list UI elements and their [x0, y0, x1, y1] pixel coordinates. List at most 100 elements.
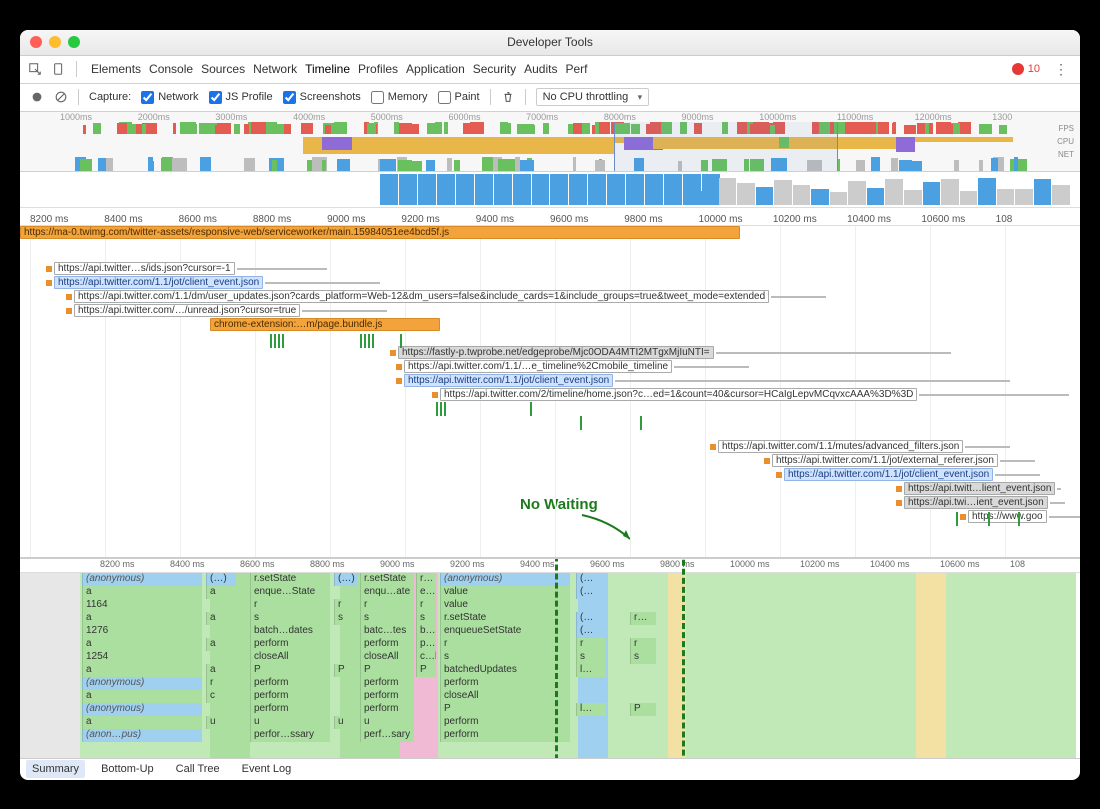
flame-cell[interactable]: perform	[360, 638, 414, 651]
flame-cell[interactable]: enqueueSetState	[440, 625, 570, 638]
flame-cell[interactable]: closeAll	[440, 690, 570, 703]
flame-cell[interactable]: r	[206, 677, 236, 690]
more-menu-icon[interactable]: ⋮	[1050, 61, 1072, 78]
network-request[interactable]: https://api.twitter.com/1.1/jot/external…	[764, 454, 1035, 468]
flame-cell[interactable]: perform	[250, 638, 330, 651]
tab-console[interactable]: Console	[145, 56, 197, 82]
details-tab-event-log[interactable]: Event Log	[236, 760, 298, 778]
screenshots-strip[interactable]	[20, 172, 1080, 208]
flame-cell[interactable]: a	[82, 716, 202, 729]
flame-cell[interactable]: perform	[360, 677, 414, 690]
screenshot-thumb[interactable]	[867, 188, 885, 204]
flame-cell[interactable]: s	[440, 651, 570, 664]
screenshot-thumb[interactable]	[793, 185, 811, 204]
screenshot-thumb[interactable]	[719, 178, 737, 204]
flame-cell[interactable]: a	[206, 664, 236, 677]
flame-cell[interactable]: a	[206, 612, 236, 625]
network-request[interactable]: chrome-extension:…m/page.bundle.js	[210, 318, 440, 332]
network-request[interactable]: https://api.twitter…s/ids.json?cursor=-1	[46, 262, 327, 276]
capture-network-checkbox[interactable]: Network	[141, 91, 198, 104]
screenshot-thumb[interactable]	[737, 183, 755, 205]
flame-cell[interactable]: batchedUpdates	[440, 664, 570, 677]
flame-cell[interactable]: perform	[250, 690, 330, 703]
timeline-overview[interactable]: 1000ms2000ms3000ms4000ms5000ms6000ms7000…	[20, 112, 1080, 172]
screenshot-thumb[interactable]	[756, 187, 774, 205]
details-tab-summary[interactable]: Summary	[26, 760, 85, 778]
screenshot-thumb[interactable]	[645, 174, 663, 205]
flame-cell[interactable]: (anon…pus)	[82, 729, 202, 742]
flame-cell[interactable]: 1254	[82, 651, 202, 664]
flame-cell[interactable]: closeAll	[250, 651, 330, 664]
flame-cell[interactable]: enque…State	[250, 586, 330, 599]
flame-cell[interactable]: value	[440, 599, 570, 612]
flame-cell[interactable]: perform	[250, 677, 330, 690]
flame-cell[interactable]: s	[360, 612, 414, 625]
screenshot-thumb[interactable]	[418, 174, 436, 205]
network-request[interactable]: https://api.twitter.com/1.1/mutes/advanc…	[710, 440, 1010, 454]
tab-timeline[interactable]: Timeline	[301, 56, 354, 82]
screenshot-thumb[interactable]	[978, 178, 996, 204]
network-waterfall[interactable]: No Waiting https://ma-0.twimg.com/twitte…	[20, 226, 1080, 558]
screenshot-thumb[interactable]	[399, 174, 417, 205]
cpu-throttle-select[interactable]: No CPU throttling	[536, 88, 650, 106]
tab-application[interactable]: Application	[402, 56, 469, 82]
flame-cell[interactable]: r	[440, 638, 570, 651]
flame-cell[interactable]: c	[206, 690, 236, 703]
screenshot-thumb[interactable]	[513, 174, 531, 205]
flame-cell[interactable]: a	[82, 664, 202, 677]
flame-cell[interactable]: r	[250, 599, 330, 612]
inspect-icon[interactable]	[28, 62, 42, 76]
flame-cell[interactable]: (anonymous)	[82, 677, 202, 690]
flame-cell[interactable]: closeAll	[360, 651, 414, 664]
flame-cell[interactable]: (anonymous)	[82, 573, 202, 586]
screenshot-thumb[interactable]	[960, 191, 978, 204]
flame-cell[interactable]: perform	[360, 703, 414, 716]
flame-cell[interactable]: perform	[440, 729, 570, 742]
screenshot-thumb[interactable]	[569, 174, 587, 205]
screenshot-thumb[interactable]	[607, 174, 625, 205]
flame-cell[interactable]: u	[250, 716, 330, 729]
screenshot-thumb[interactable]	[1015, 189, 1033, 205]
flame-cell[interactable]: e…	[416, 586, 436, 599]
capture-jsprofile-checkbox[interactable]: JS Profile	[209, 91, 273, 104]
network-request[interactable]: https://api.twitt…lient_event.json	[896, 482, 1061, 496]
network-request[interactable]: https://api.twi…ient_event.json	[896, 496, 1065, 510]
flame-cell[interactable]: p…	[416, 638, 436, 651]
error-count[interactable]: 10	[1012, 63, 1040, 75]
flame-cell[interactable]: perform	[440, 677, 570, 690]
flame-cell[interactable]: P	[250, 664, 330, 677]
screenshot-thumb[interactable]	[588, 174, 606, 205]
tab-security[interactable]: Security	[469, 56, 520, 82]
flame-cell[interactable]: batch…dates	[250, 625, 330, 638]
screenshot-thumb[interactable]	[904, 190, 922, 205]
flame-cell[interactable]: s	[250, 612, 330, 625]
flame-cell[interactable]: u	[206, 716, 236, 729]
main-time-ruler[interactable]: 8200 ms8400 ms8600 ms8800 ms9000 ms9200 …	[20, 208, 1080, 226]
network-request[interactable]: https://fastly-p.twprobe.net/edgeprobe/M…	[390, 346, 951, 360]
flame-cell[interactable]: s	[334, 612, 358, 625]
flame-cell[interactable]: c…l	[416, 651, 436, 664]
details-tab-call-tree[interactable]: Call Tree	[170, 760, 226, 778]
screenshot-thumb[interactable]	[664, 174, 682, 205]
flame-cell[interactable]: P	[416, 664, 436, 677]
flame-cell[interactable]: perform	[360, 690, 414, 703]
screenshot-thumb[interactable]	[683, 174, 701, 205]
tab-perf[interactable]: Perf	[561, 56, 591, 82]
screenshot-thumb[interactable]	[475, 174, 493, 205]
flame-cell[interactable]: u	[334, 716, 358, 729]
flame-cell[interactable]: perform	[250, 703, 330, 716]
record-icon[interactable]	[30, 90, 44, 104]
screenshot-thumb[interactable]	[941, 179, 959, 205]
screenshot-thumb[interactable]	[550, 174, 568, 205]
flame-cell[interactable]: a	[82, 690, 202, 703]
screenshot-thumb[interactable]	[848, 181, 866, 204]
flame-cell[interactable]: r	[360, 599, 414, 612]
flame-cell[interactable]: perfor…ssary	[250, 729, 330, 742]
screenshot-thumb[interactable]	[997, 189, 1015, 205]
screenshot-thumb[interactable]	[1034, 179, 1052, 205]
screenshot-thumb[interactable]	[437, 174, 455, 205]
flame-cell[interactable]: value	[440, 586, 570, 599]
flame-cell[interactable]: enqu…ate	[360, 586, 414, 599]
garbage-collect-icon[interactable]	[501, 90, 515, 104]
screenshot-thumb[interactable]	[494, 174, 512, 205]
